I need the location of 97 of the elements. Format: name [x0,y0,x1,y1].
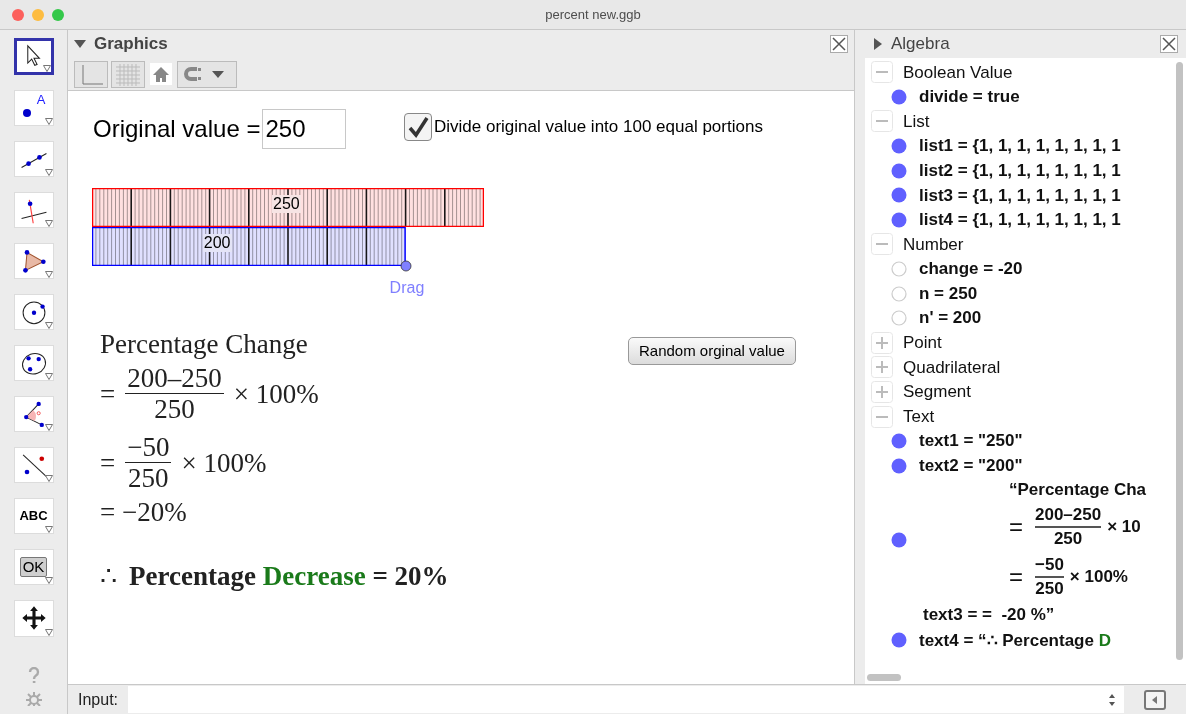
math-text: = −20% [100,497,188,527]
therefore-symbol: ∴ [100,561,117,591]
group-label[interactable]: Point [903,330,942,356]
fraction-numerator: 200–250 [126,362,223,393]
point-label: A [36,92,46,107]
visibility-dot[interactable] [891,88,907,105]
fraction-denominator: 250 [154,394,195,425]
window-title: percent new.ggb [545,5,641,24]
close-window-icon[interactable] [12,9,24,21]
horizontal-scrollbar-thumb[interactable] [867,673,901,681]
dropdown-triangle-icon[interactable] [44,270,53,278]
point-label: Drag [389,278,425,298]
stepper-icon[interactable] [1108,692,1116,707]
math-text: = [100,378,116,409]
vertical-scrollbar-thumb[interactable] [1175,62,1183,660]
panel-title: Algebra [891,33,951,56]
tool-button[interactable]: A [13,89,54,126]
point-icon [22,108,31,117]
algebra-item[interactable]: change = -20 [919,256,1023,282]
algebra-item[interactable]: list2 = {1, 1, 1, 1, 1, 1, 1, 1 [919,157,1121,184]
value-field[interactable]: 250 [262,109,347,149]
tool-button[interactable]: ABC [13,498,54,535]
group-label[interactable]: Quadrilateral [903,354,1001,381]
algebra-item[interactable]: text1 = "250" [919,428,1023,454]
fraction-numerator: −50 [1035,554,1064,577]
checkbox-label: Divide original value into 100 equal portions [434,116,763,139]
panel-title: Graphics [94,33,169,56]
math-text: × 100% [181,447,267,478]
algebra-item[interactable]: list4 = {1, 1, 1, 1, 1, 1, 1, 1 [919,207,1121,233]
math-text: × 10 [1107,516,1141,539]
algebra-item[interactable]: list1 = {1, 1, 1, 1, 1, 1, 1, 1 [919,133,1121,159]
value-label: Original value = [93,114,261,144]
input-label: Input: [77,689,120,710]
visibility-dot[interactable] [891,433,907,450]
fraction-numerator: 200–250 [1035,504,1102,527]
fraction-numerator: −50 [126,431,171,462]
dropdown-triangle-icon[interactable] [44,321,53,329]
axes-toggle-icon[interactable] [74,60,108,88]
visibility-dot[interactable] [891,532,907,549]
visibility-dot[interactable] [891,187,907,204]
math-text: × 100% [1069,566,1128,589]
dropdown-triangle-icon[interactable] [42,64,51,72]
algebra-item[interactable]: text4 = “∴ Percentage D [919,627,1111,654]
dropdown-triangle-icon[interactable] [44,475,53,483]
dropdown-triangle-icon[interactable] [44,219,53,227]
group-label[interactable]: Text [903,403,935,430]
math-text: × 100% [233,378,319,409]
random-value-button[interactable]: Random orginal value [628,337,796,365]
equals-sign: = [1009,562,1024,593]
algebra-item[interactable]: “Percentage Cha [1009,478,1146,503]
collapse-triangle-icon[interactable] [74,39,86,49]
bar-label: 250 [272,195,301,213]
algebra-item[interactable]: n' = 200 [919,305,982,331]
dropdown-triangle-icon[interactable] [44,526,53,534]
group-label[interactable]: List [903,108,930,135]
magnet-dropdown-icon[interactable] [177,60,237,88]
dropdown-triangle-icon[interactable] [44,577,53,585]
group-label[interactable]: Segment [903,379,972,405]
visibility-dot[interactable] [891,138,907,155]
fraction-denominator: 250 [128,463,169,494]
close-icon[interactable] [830,35,848,53]
keyboard-toggle-icon[interactable] [1144,689,1166,710]
visibility-dot[interactable] [891,162,907,179]
algebra-item[interactable]: list3 = {1, 1, 1, 1, 1, 1, 1, 1 [919,182,1121,208]
fraction-denominator: 250 [1053,527,1083,550]
algebra-item[interactable]: divide = true [919,84,1020,110]
dropdown-triangle-icon[interactable] [44,424,53,432]
home-icon[interactable] [148,60,174,88]
dropdown-triangle-icon[interactable] [44,373,53,381]
algebra-item[interactable]: n = 250 [919,280,978,307]
tool-button[interactable]: OK [13,549,54,586]
group-label[interactable]: Boolean Value [903,59,1013,86]
dropdown-triangle-icon[interactable] [44,168,53,176]
math-text: = [100,447,116,478]
algebra-item[interactable]: text2 = "200" [919,453,1023,479]
grid-toggle-icon[interactable] [111,60,145,88]
math-text: Percentage Change [100,329,309,359]
visibility-dot[interactable] [891,310,907,327]
close-icon[interactable] [1160,35,1178,53]
visibility-dot[interactable] [891,457,907,474]
visibility-dot[interactable] [891,632,907,649]
visibility-dot[interactable] [891,211,907,228]
group-label[interactable]: Number [903,231,964,258]
checkbox[interactable] [404,113,432,141]
expand-triangle-icon[interactable] [873,38,883,50]
fraction-denominator: 250 [1035,577,1064,600]
drag-point[interactable] [399,260,412,272]
visibility-dot[interactable] [891,261,907,278]
visibility-dot[interactable] [891,285,907,302]
dropdown-triangle-icon[interactable] [44,117,53,125]
equals-sign: = [1009,512,1024,543]
input-field[interactable] [128,686,1124,713]
dropdown-triangle-icon[interactable] [44,628,53,636]
algebra-item[interactable]: text3 = = -20 %” [871,602,1172,629]
conclusion-text: Percentage Decrease = 20% [129,561,449,591]
bar-label: 200 [202,234,232,252]
tool-button[interactable] [13,38,54,75]
